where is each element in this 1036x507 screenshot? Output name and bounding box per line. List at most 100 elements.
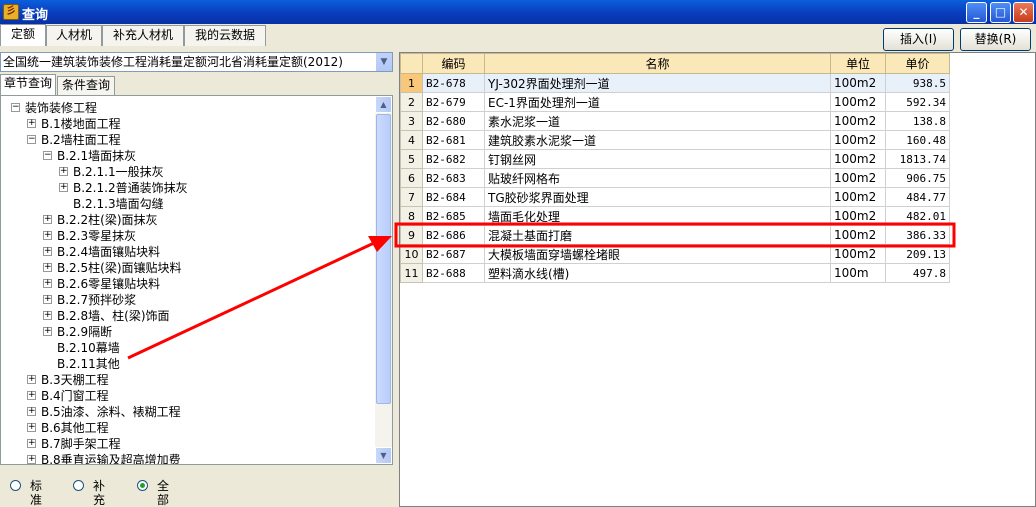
expand-icon[interactable]: +	[59, 167, 68, 176]
expand-icon[interactable]: +	[43, 327, 52, 336]
replace-button[interactable]: 替换(R)	[960, 28, 1031, 51]
expand-icon[interactable]: +	[43, 311, 52, 320]
expand-icon[interactable]: +	[59, 183, 68, 192]
tree-item[interactable]: + B.2.1.1一般抹灰	[1, 164, 373, 180]
tab-supplement-materials[interactable]: 补充人材机	[102, 25, 184, 46]
tree-item-label: B.7脚手架工程	[41, 437, 121, 451]
radio-circle[interactable]	[73, 480, 84, 491]
quota-book-value: 全国统一建筑装饰装修工程消耗量定额河北省消耗量定额(2012)	[3, 55, 343, 69]
expand-icon[interactable]: +	[27, 439, 36, 448]
scroll-down-icon[interactable]: ▼	[375, 447, 392, 464]
table-row[interactable]: 8 B2-685 墙面毛化处理 100m2 482.01	[400, 206, 950, 226]
table-row[interactable]: 2 B2-679 EC-1界面处理剂一道 100m2 592.34	[400, 92, 950, 112]
tree-item[interactable]: + B.1楼地面工程	[1, 116, 373, 132]
tree-item[interactable]: + B.6其他工程	[1, 420, 373, 436]
expand-icon[interactable]: +	[27, 375, 36, 384]
tree-item-label: B.5油漆、涂料、裱糊工程	[41, 405, 181, 419]
insert-button[interactable]: 插入(I)	[883, 28, 954, 51]
col-header-name[interactable]: 名称	[484, 53, 831, 74]
col-header-code[interactable]: 编码	[422, 53, 485, 74]
tree-item[interactable]: + B.7脚手架工程	[1, 436, 373, 452]
tree-item-label: B.2.8墙、柱(梁)饰面	[57, 309, 170, 323]
name-cell: TG胶砂浆界面处理	[484, 187, 831, 207]
table-row[interactable]: 11 B2-688 塑料滴水线(槽) 100m 497.8	[400, 263, 950, 283]
unit-cell: 100m2	[830, 92, 886, 112]
table-row[interactable]: 5 B2-682 钉钢丝网 100m2 1813.74	[400, 149, 950, 169]
tree-item[interactable]: − B.2.1墙面抹灰	[1, 148, 373, 164]
expand-icon[interactable]: +	[27, 455, 36, 464]
tree-item[interactable]: + B.2.1.2普通装饰抹灰	[1, 180, 373, 196]
close-icon[interactable]: ✕	[1013, 2, 1034, 23]
unit-cell: 100m2	[830, 225, 886, 245]
tree-item[interactable]: + B.5油漆、涂料、裱糊工程	[1, 404, 373, 420]
maximize-icon[interactable]: □	[990, 2, 1011, 23]
tree-scrollbar[interactable]: ▲ ▼	[375, 96, 392, 464]
left-panel: 全国统一建筑装饰装修工程消耗量定额河北省消耗量定额(2012) ▼ 章节查询 条…	[0, 52, 395, 507]
tree-item[interactable]: + B.2.5柱(梁)面镶贴块料	[1, 260, 373, 276]
collapse-icon[interactable]: −	[43, 151, 52, 160]
tab-cloud-data[interactable]: 我的云数据	[184, 25, 266, 46]
tree-item[interactable]: + B.2.2柱(梁)面抹灰	[1, 212, 373, 228]
tab-condition-search[interactable]: 条件查询	[57, 76, 115, 95]
tab-chapter-search[interactable]: 章节查询	[0, 74, 56, 95]
name-cell: 塑料滴水线(槽)	[484, 263, 831, 283]
chapter-tree[interactable]: ▲ ▼ − 装饰装修工程 + B.1楼地面工程 − B.2墙柱面工程 − B.2.1墙面抹灰 +…	[0, 95, 393, 465]
tree-item[interactable]: + B.2.9隔断	[1, 324, 373, 340]
col-header-price[interactable]: 单价	[885, 53, 950, 74]
table-row[interactable]: 6 B2-683 贴玻纤网格布 100m2 906.75	[400, 168, 950, 188]
row-number-cell: 8	[400, 206, 423, 226]
collapse-icon[interactable]: −	[27, 135, 36, 144]
chevron-down-icon[interactable]: ▼	[375, 53, 392, 71]
tree-item[interactable]: + B.4门窗工程	[1, 388, 373, 404]
expand-icon[interactable]: +	[43, 295, 52, 304]
tree-item[interactable]: + B.3天棚工程	[1, 372, 373, 388]
tree-item[interactable]: + B.2.3零星抹灰	[1, 228, 373, 244]
expand-icon[interactable]: +	[27, 407, 36, 416]
row-number-cell: 10	[400, 244, 423, 264]
tree-item-label: B.2.2柱(梁)面抹灰	[57, 213, 158, 227]
tree-item-label: B.2.1墙面抹灰	[57, 149, 137, 163]
tree-item[interactable]: B.2.11其他	[1, 356, 373, 372]
tree-item[interactable]: + B.2.8墙、柱(梁)饰面	[1, 308, 373, 324]
collapse-icon[interactable]: −	[11, 103, 20, 112]
table-row[interactable]: 4 B2-681 建筑胶素水泥浆一道 100m2 160.48	[400, 130, 950, 150]
tab-quota[interactable]: 定额	[0, 24, 46, 46]
row-number-cell: 9	[400, 225, 423, 245]
col-header-unit[interactable]: 单位	[830, 53, 886, 74]
expand-icon[interactable]: +	[27, 391, 36, 400]
scroll-thumb[interactable]	[376, 114, 391, 404]
expand-icon[interactable]: +	[43, 231, 52, 240]
tree-item[interactable]: B.2.10幕墙	[1, 340, 373, 356]
minimize-icon[interactable]: _	[966, 2, 987, 23]
table-row[interactable]: 9 B2-686 混凝土基面打磨 100m2 386.33	[400, 225, 950, 245]
expand-icon[interactable]: +	[27, 423, 36, 432]
table-row[interactable]: 3 B2-680 素水泥浆一道 100m2 138.8	[400, 111, 950, 131]
tree-item[interactable]: + B.2.4墙面镶贴块料	[1, 244, 373, 260]
radio-circle[interactable]	[137, 480, 148, 491]
price-cell: 1813.74	[885, 149, 950, 169]
price-cell: 938.5	[885, 73, 950, 93]
tab-materials[interactable]: 人材机	[46, 25, 102, 46]
expand-icon[interactable]: +	[27, 119, 36, 128]
quota-book-select[interactable]: 全国统一建筑装饰装修工程消耗量定额河北省消耗量定额(2012) ▼	[0, 52, 393, 72]
table-row[interactable]: 7 B2-684 TG胶砂浆界面处理 100m2 484.77	[400, 187, 950, 207]
expand-icon[interactable]: +	[43, 263, 52, 272]
tree-item[interactable]: − 装饰装修工程	[1, 100, 373, 116]
tree-item[interactable]: + B.2.6零星镶贴块料	[1, 276, 373, 292]
scroll-up-icon[interactable]: ▲	[375, 96, 392, 113]
unit-cell: 100m2	[830, 130, 886, 150]
quota-grid[interactable]: 编码 名称 单位 单价 1 B2-678 YJ-302界面处理剂一道 100m2 938…	[399, 52, 1036, 507]
expand-icon[interactable]: +	[43, 215, 52, 224]
unit-cell: 100m2	[830, 149, 886, 169]
tree-item[interactable]: + B.8垂直运输及超高增加费	[1, 452, 373, 464]
tree-item[interactable]: + B.2.7预拌砂浆	[1, 292, 373, 308]
tree-item[interactable]: − B.2墙柱面工程	[1, 132, 373, 148]
main-tab-strip: 定额 人材机 补充人材机 我的云数据	[0, 24, 1036, 46]
table-row[interactable]: 10 B2-687 大模板墙面穿墙螺栓堵眼 100m2 209.13	[400, 244, 950, 264]
expand-icon[interactable]: +	[43, 279, 52, 288]
tree-item[interactable]: B.2.1.3墙面勾缝	[1, 196, 373, 212]
expand-icon[interactable]: +	[43, 247, 52, 256]
table-row[interactable]: 1 B2-678 YJ-302界面处理剂一道 100m2 938.5	[400, 73, 950, 93]
radio-circle[interactable]	[10, 480, 21, 491]
tree-item-label: B.2.11其他	[57, 357, 120, 371]
